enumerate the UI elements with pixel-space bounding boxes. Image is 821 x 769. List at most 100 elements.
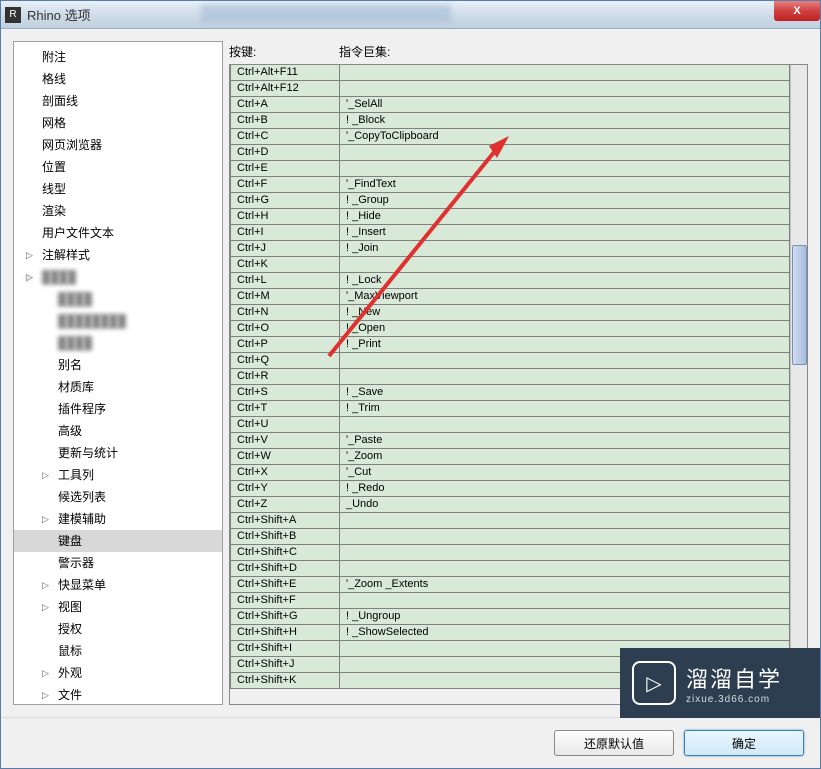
keyboard-key-cell[interactable]: Ctrl+G: [230, 193, 340, 208]
category-tree[interactable]: 附注格线剖面线网格网页浏览器位置线型渲染用户文件文本注解样式██████████…: [13, 41, 223, 705]
keyboard-key-cell[interactable]: Ctrl+Shift+F: [230, 593, 340, 608]
keyboard-macro-cell[interactable]: ! _New: [340, 305, 790, 320]
tree-item[interactable]: 鼠标: [14, 640, 222, 662]
keyboard-row[interactable]: Ctrl+Shift+E'_Zoom _Extents: [230, 577, 790, 593]
keyboard-row[interactable]: Ctrl+Shift+F: [230, 593, 790, 609]
keyboard-row[interactable]: Ctrl+V'_Paste: [230, 433, 790, 449]
tree-item[interactable]: 键盘: [14, 530, 222, 552]
tree-item[interactable]: 剖面线: [14, 90, 222, 112]
keyboard-row[interactable]: Ctrl+J! _Join: [230, 241, 790, 257]
keyboard-macro-cell[interactable]: [340, 417, 790, 432]
keyboard-key-cell[interactable]: Ctrl+X: [230, 465, 340, 480]
tree-item[interactable]: 外观: [14, 662, 222, 684]
keyboard-macro-cell[interactable]: '_Zoom: [340, 449, 790, 464]
keyboard-macro-cell[interactable]: ! _Hide: [340, 209, 790, 224]
keyboard-key-cell[interactable]: Ctrl+C: [230, 129, 340, 144]
keyboard-macro-cell[interactable]: ! _Ungroup: [340, 609, 790, 624]
keyboard-key-cell[interactable]: Ctrl+K: [230, 257, 340, 272]
keyboard-macro-cell[interactable]: [340, 81, 790, 96]
keyboard-row[interactable]: Ctrl+G! _Group: [230, 193, 790, 209]
keyboard-key-cell[interactable]: Ctrl+O: [230, 321, 340, 336]
keyboard-macro-cell[interactable]: ! _Join: [340, 241, 790, 256]
keyboard-key-cell[interactable]: Ctrl+Shift+D: [230, 561, 340, 576]
keyboard-macro-cell[interactable]: _Undo: [340, 497, 790, 512]
keyboard-macro-cell[interactable]: ! _Open: [340, 321, 790, 336]
keyboard-macro-cell[interactable]: '_SelAll: [340, 97, 790, 112]
tree-item[interactable]: 网格: [14, 112, 222, 134]
tree-item[interactable]: 网页浏览器: [14, 134, 222, 156]
keyboard-row[interactable]: Ctrl+Shift+C: [230, 545, 790, 561]
tree-item[interactable]: ████████: [14, 310, 222, 332]
keyboard-key-cell[interactable]: Ctrl+Y: [230, 481, 340, 496]
keyboard-macro-cell[interactable]: ! _Group: [340, 193, 790, 208]
titlebar[interactable]: R Rhino 选项 X: [1, 1, 820, 29]
keyboard-row[interactable]: Ctrl+Q: [230, 353, 790, 369]
keyboard-row[interactable]: Ctrl+S! _Save: [230, 385, 790, 401]
keyboard-key-cell[interactable]: Ctrl+J: [230, 241, 340, 256]
keyboard-key-cell[interactable]: Ctrl+N: [230, 305, 340, 320]
keyboard-row[interactable]: Ctrl+Shift+A: [230, 513, 790, 529]
tree-item[interactable]: ████: [14, 332, 222, 354]
keyboard-row[interactable]: Ctrl+P! _Print: [230, 337, 790, 353]
keyboard-row[interactable]: Ctrl+Shift+B: [230, 529, 790, 545]
keyboard-macro-cell[interactable]: [340, 257, 790, 272]
keyboard-key-cell[interactable]: Ctrl+Q: [230, 353, 340, 368]
keyboard-key-cell[interactable]: Ctrl+Shift+I: [230, 641, 340, 656]
keyboard-key-cell[interactable]: Ctrl+D: [230, 145, 340, 160]
keyboard-macro-cell[interactable]: [340, 65, 790, 80]
keyboard-key-cell[interactable]: Ctrl+Shift+K: [230, 673, 340, 688]
keyboard-row[interactable]: Ctrl+N! _New: [230, 305, 790, 321]
keyboard-row[interactable]: Ctrl+E: [230, 161, 790, 177]
keyboard-key-cell[interactable]: Ctrl+L: [230, 273, 340, 288]
scrollbar-thumb[interactable]: [792, 245, 807, 365]
keyboard-key-cell[interactable]: Ctrl+V: [230, 433, 340, 448]
keyboard-macro-cell[interactable]: ! _Trim: [340, 401, 790, 416]
tree-item[interactable]: 授权: [14, 618, 222, 640]
keyboard-macro-cell[interactable]: ! _ShowSelected: [340, 625, 790, 640]
keyboard-key-cell[interactable]: Ctrl+U: [230, 417, 340, 432]
tree-item[interactable]: 更新与统计: [14, 442, 222, 464]
keyboard-row[interactable]: Ctrl+H! _Hide: [230, 209, 790, 225]
keyboard-macro-cell[interactable]: ! _Save: [340, 385, 790, 400]
keyboard-key-cell[interactable]: Ctrl+I: [230, 225, 340, 240]
keyboard-row[interactable]: Ctrl+K: [230, 257, 790, 273]
keyboard-row[interactable]: Ctrl+X'_Cut: [230, 465, 790, 481]
tree-item[interactable]: ████: [14, 266, 222, 288]
tree-item[interactable]: 高级: [14, 420, 222, 442]
keyboard-key-cell[interactable]: Ctrl+M: [230, 289, 340, 304]
keyboard-key-cell[interactable]: Ctrl+Shift+A: [230, 513, 340, 528]
keyboard-row[interactable]: Ctrl+L! _Lock: [230, 273, 790, 289]
tree-item[interactable]: ████: [14, 288, 222, 310]
keyboard-macro-cell[interactable]: '_MaxViewport: [340, 289, 790, 304]
keyboard-macro-cell[interactable]: ! _Insert: [340, 225, 790, 240]
keyboard-key-cell[interactable]: Ctrl+Shift+G: [230, 609, 340, 624]
tree-item[interactable]: 视图: [14, 596, 222, 618]
keyboard-key-cell[interactable]: Ctrl+Alt+F12: [230, 81, 340, 96]
tree-item[interactable]: 候选列表: [14, 486, 222, 508]
keyboard-row[interactable]: Ctrl+Shift+H! _ShowSelected: [230, 625, 790, 641]
keyboard-key-cell[interactable]: Ctrl+E: [230, 161, 340, 176]
keyboard-row[interactable]: Ctrl+M'_MaxViewport: [230, 289, 790, 305]
keyboard-row[interactable]: Ctrl+D: [230, 145, 790, 161]
keyboard-row[interactable]: Ctrl+W'_Zoom: [230, 449, 790, 465]
keyboard-macro-cell[interactable]: '_FindText: [340, 177, 790, 192]
tree-item[interactable]: 格线: [14, 68, 222, 90]
keyboard-row[interactable]: Ctrl+O! _Open: [230, 321, 790, 337]
keyboard-key-cell[interactable]: Ctrl+Shift+E: [230, 577, 340, 592]
keyboard-key-cell[interactable]: Ctrl+H: [230, 209, 340, 224]
keyboard-key-cell[interactable]: Ctrl+Shift+H: [230, 625, 340, 640]
keyboard-key-cell[interactable]: Ctrl+A: [230, 97, 340, 112]
keyboard-key-cell[interactable]: Ctrl+Shift+C: [230, 545, 340, 560]
keyboard-row[interactable]: Ctrl+Y! _Redo: [230, 481, 790, 497]
keyboard-key-cell[interactable]: Ctrl+W: [230, 449, 340, 464]
tree-item[interactable]: 附注: [14, 46, 222, 68]
keyboard-macro-cell[interactable]: [340, 513, 790, 528]
restore-defaults-button[interactable]: 还原默认值: [554, 730, 674, 756]
keyboard-macro-cell[interactable]: ! _Block: [340, 113, 790, 128]
tree-item[interactable]: 工具列: [14, 464, 222, 486]
tree-item[interactable]: 插件程序: [14, 398, 222, 420]
keyboard-row[interactable]: Ctrl+Alt+F12: [230, 81, 790, 97]
ok-button[interactable]: 确定: [684, 730, 804, 756]
keyboard-macro-cell[interactable]: [340, 529, 790, 544]
keyboard-macro-cell[interactable]: ! _Redo: [340, 481, 790, 496]
